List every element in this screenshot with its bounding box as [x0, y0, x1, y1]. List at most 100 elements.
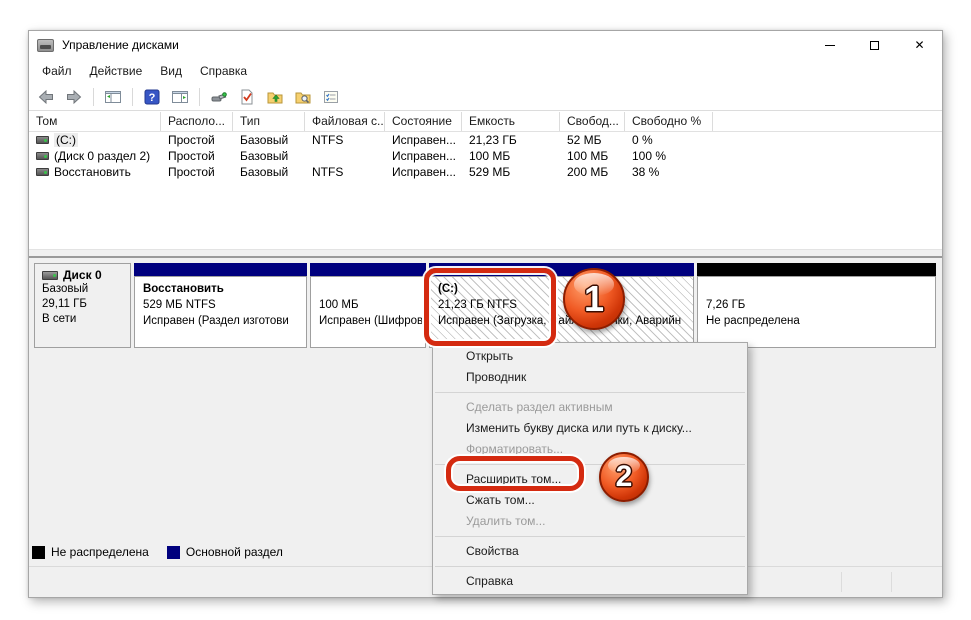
cell-type: Базовый	[240, 133, 289, 147]
partition-efi[interactable]: 100 МБ Исправен (Шифров	[310, 263, 426, 348]
legend-unallocated-swatch	[32, 545, 45, 559]
volume-icon	[36, 168, 49, 176]
console-tree-icon[interactable]	[102, 86, 124, 108]
menu-bar: Файл Действие Вид Справка	[29, 59, 942, 83]
title-bar: Управление дисками ✕	[29, 31, 942, 59]
help-icon[interactable]: ?	[141, 86, 163, 108]
toolbar-separator	[199, 87, 200, 106]
cell-location: Простой	[168, 149, 215, 163]
maximize-button[interactable]	[852, 31, 897, 59]
toolbar-separator	[93, 87, 94, 106]
column-header-filesystem[interactable]: Файловая с...	[305, 112, 385, 131]
cell-capacity: 100 МБ	[469, 149, 511, 163]
window-title: Управление дисками	[62, 38, 179, 52]
step-badge-1: 1	[563, 268, 625, 330]
table-row[interactable]: Восстановить Простой Базовый NTFS Исправ…	[29, 164, 942, 180]
partition-size: 529 МБ NTFS	[143, 299, 216, 311]
menu-item-properties[interactable]: Свойства	[433, 541, 747, 562]
volume-list-pane: Том Располо... Тип Файловая с... Состоян…	[29, 112, 942, 249]
cell-capacity: 529 МБ	[469, 165, 511, 179]
table-row[interactable]: (Диск 0 раздел 2) Простой Базовый Исправ…	[29, 148, 942, 164]
partition-status: Исправен (Шифров	[319, 315, 424, 327]
screenshot-canvas: Управление дисками ✕ Файл Действие Вид С…	[0, 0, 971, 620]
menu-view[interactable]: Вид	[151, 61, 191, 81]
cell-free-percent: 38 %	[632, 165, 660, 179]
menu-item-mark-active: Сделать раздел активным	[466, 400, 613, 414]
volume-icon	[36, 152, 49, 160]
menu-action[interactable]: Действие	[81, 61, 152, 81]
action-pane-icon[interactable]	[169, 86, 191, 108]
partition-title: Восстановить	[143, 283, 224, 295]
menu-item-change-letter[interactable]: Изменить букву диска или путь к диску...	[433, 418, 747, 439]
legend-primary-swatch	[166, 545, 180, 559]
app-icon	[37, 38, 54, 52]
partition-unallocated[interactable]: 7,26 ГБ Не распределена	[697, 263, 936, 348]
cell-status: Исправен...	[392, 133, 457, 147]
cell-free-percent: 100 %	[632, 149, 667, 163]
volume-name: (C:)	[54, 133, 78, 147]
cell-free-percent: 0 %	[632, 133, 653, 147]
menu-help[interactable]: Справка	[191, 61, 256, 81]
forward-arrow-icon[interactable]	[63, 86, 85, 108]
menu-separator	[435, 566, 745, 567]
menu-item-help[interactable]: Справка	[433, 571, 747, 592]
column-header-status[interactable]: Состояние	[385, 112, 462, 131]
highlight-rect-c-partition	[424, 268, 556, 346]
menu-item-explorer[interactable]: Проводник	[433, 367, 747, 388]
cell-free: 52 МБ	[567, 133, 602, 147]
partition-title	[706, 281, 927, 297]
partition-size: 100 МБ	[319, 299, 359, 311]
disk-0-header[interactable]: Диск 0 Базовый 29,11 ГБ В сети	[34, 263, 131, 348]
remote-tool-icon[interactable]	[208, 86, 230, 108]
task-list-icon[interactable]	[320, 86, 342, 108]
menu-separator	[435, 392, 745, 393]
partition-size: 7,26 ГБ	[706, 299, 746, 311]
svg-text:?: ?	[149, 92, 156, 104]
volume-icon	[36, 136, 49, 144]
volume-name: (Диск 0 раздел 2)	[54, 149, 151, 163]
menu-item-open[interactable]: Открыть	[433, 346, 747, 367]
partition-type-band	[697, 263, 936, 276]
volume-list-header: Том Располо... Тип Файловая с... Состоян…	[29, 112, 942, 132]
cell-location: Простой	[168, 133, 215, 147]
pane-splitter[interactable]	[29, 249, 942, 258]
column-header-location[interactable]: Располо...	[161, 112, 233, 131]
highlight-rect-extend-volume	[446, 456, 584, 491]
step-badge-2: 2	[599, 452, 649, 502]
cell-free: 200 МБ	[567, 165, 609, 179]
partition-title	[319, 281, 417, 297]
cell-status: Исправен...	[392, 149, 457, 163]
partition-status: Исправен (Раздел изготови	[143, 315, 289, 327]
check-document-icon[interactable]	[236, 86, 258, 108]
disk-type: Базовый	[42, 283, 89, 295]
menu-item-shrink-volume[interactable]: Сжать том...	[433, 490, 747, 511]
column-header-free[interactable]: Свобод...	[560, 112, 625, 131]
minimize-button[interactable]	[807, 31, 852, 59]
close-icon: ✕	[914, 38, 925, 52]
column-header-volume[interactable]: Том	[29, 112, 161, 131]
disk-status: В сети	[42, 313, 77, 325]
statusbar-divider	[891, 572, 892, 592]
cell-capacity: 21,23 ГБ	[469, 133, 517, 147]
cell-type: Базовый	[240, 149, 289, 163]
table-row[interactable]: (C:) Простой Базовый NTFS Исправен... 21…	[29, 132, 942, 148]
legend-unallocated-label: Не распределена	[51, 545, 149, 559]
close-button[interactable]: ✕	[897, 31, 942, 59]
partition-recovery[interactable]: Восстановить 529 МБ NTFS Исправен (Разде…	[134, 263, 307, 348]
folder-up-icon[interactable]	[264, 86, 286, 108]
menu-file[interactable]: Файл	[33, 61, 81, 81]
legend-primary-label: Основной раздел	[185, 545, 283, 559]
maximize-icon	[870, 40, 879, 50]
column-header-type[interactable]: Тип	[233, 112, 305, 131]
cell-filesystem: NTFS	[312, 165, 344, 179]
folder-search-icon[interactable]	[292, 86, 314, 108]
cell-filesystem: NTFS	[312, 133, 344, 147]
column-header-capacity[interactable]: Емкость	[462, 112, 560, 131]
column-header-free-percent[interactable]: Свободно %	[625, 112, 713, 131]
cell-status: Исправен...	[392, 165, 457, 179]
back-arrow-icon[interactable]	[35, 86, 57, 108]
disk-size: 29,11 ГБ	[42, 298, 87, 310]
menu-separator	[435, 536, 745, 537]
toolbar: ?	[29, 83, 942, 111]
disk-icon	[42, 270, 58, 280]
